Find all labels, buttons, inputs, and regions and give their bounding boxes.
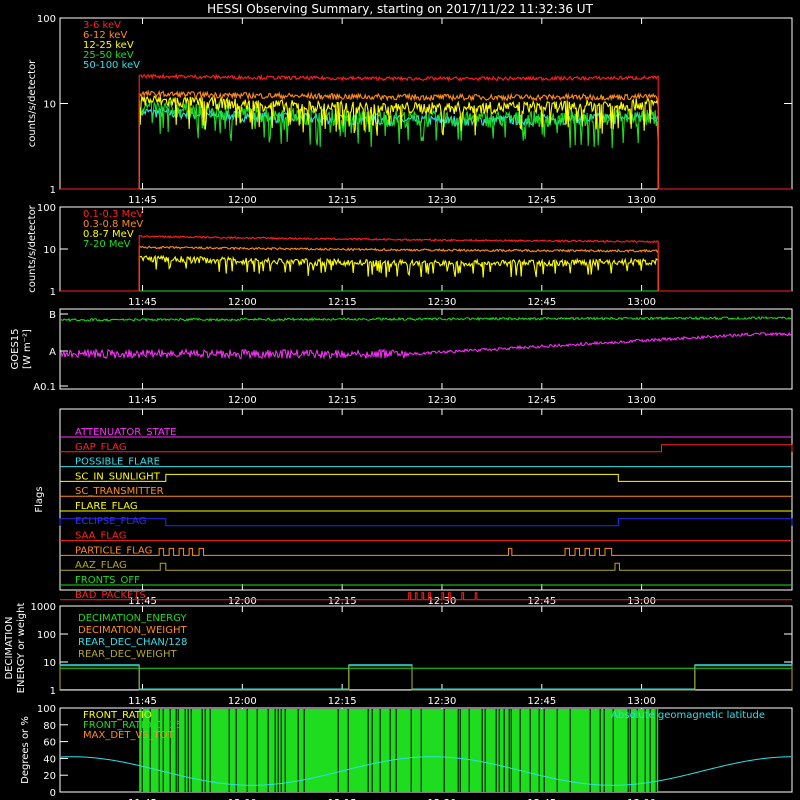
decimation-ytick-label: 1 — [50, 686, 56, 697]
legend-latitude: Absolute geomagnetic latitude — [611, 710, 765, 721]
xray-xtick-label: 12:15 — [328, 195, 357, 206]
xray-xtick-label: 11:45 — [128, 195, 157, 206]
xray-ytick-label: 100 — [37, 14, 56, 25]
xray-xtick-label: 12:30 — [428, 195, 457, 206]
xray-ytick-label: 10 — [43, 100, 56, 111]
hessi-summary-figure: HESSI Observing Summary, starting on 201… — [0, 0, 800, 800]
flag-label-particle-flag: PARTICLE_FLAG — [75, 545, 152, 556]
decimation-xtick-label: 12:45 — [527, 696, 556, 707]
flags-ylabel: Flags — [34, 486, 45, 512]
gamma-ylabel: counts/s/detector — [27, 204, 38, 292]
decimation-ytick-label: 10 — [43, 658, 56, 669]
flags-xtick-label: 12:00 — [228, 596, 257, 607]
goes-ytick-label: A0.1 — [33, 382, 56, 393]
flag-label-aaz-flag: AAZ_FLAG — [75, 560, 127, 571]
legend-max-det-vs-tot: MAX_DET_VS_TOT — [83, 730, 175, 741]
ratio-ytick-label: 100 — [37, 704, 56, 715]
goes-xtick-label: 12:45 — [527, 395, 556, 406]
gamma-ytick-label: 10 — [43, 245, 56, 256]
legend-rear-dec-weight: REAR_DEC_WEIGHT — [78, 649, 177, 660]
goes-ylabel: GOES15 — [10, 328, 21, 369]
flag-label-saa-flag: SAA_FLAG — [75, 531, 126, 542]
xray-xtick-label: 12:45 — [527, 195, 556, 206]
goes-xtick-label: 12:00 — [228, 395, 257, 406]
legend-50-100-kev: 50-100 keV — [83, 60, 140, 71]
flags-xtick-label: 12:45 — [527, 596, 556, 607]
decimation-xtick-label: 12:15 — [328, 696, 357, 707]
goes-xtick-label: 12:30 — [428, 395, 457, 406]
gamma-ytick-label: 1 — [50, 287, 56, 298]
goes-xtick-label: 12:15 — [328, 395, 357, 406]
decimation-xtick-label: 12:30 — [428, 696, 457, 707]
decimation-xtick-label: 11:45 — [128, 696, 157, 707]
gamma-xtick-label: 13:00 — [627, 297, 656, 308]
goes-ytick-label: B — [49, 310, 56, 321]
flag-label-sc-transmitter: SC_TRANSMITTER — [75, 486, 164, 497]
decimation-ylabel: DECIMATION — [4, 616, 15, 679]
legend-rear-dec-chan-128: REAR_DEC_CHAN/128 — [78, 637, 187, 648]
flags-xtick-label: 12:15 — [328, 596, 357, 607]
decimation-ylabel: ENERGY or weight — [16, 603, 27, 694]
ratio-ytick-label: 80 — [43, 721, 56, 732]
gamma-xtick-label: 12:15 — [328, 297, 357, 308]
flag-label-bad-packets: BAD_PACKETS — [75, 590, 146, 601]
flag-label-sc-in-sunlight: SC_IN_SUNLIGHT — [75, 471, 161, 482]
ratio-ytick-label: 0 — [50, 788, 56, 799]
xray-ylabel: counts/s/detector — [27, 59, 38, 147]
gamma-xtick-label: 12:00 — [228, 297, 257, 308]
goes-xtick-label: 13:00 — [627, 395, 656, 406]
flag-label-attenuator-state: ATTENUATOR_STATE — [75, 427, 176, 438]
gamma-xtick-label: 12:30 — [428, 297, 457, 308]
xray-xtick-label: 13:00 — [627, 195, 656, 206]
ratio-ytick-label: 40 — [43, 754, 56, 765]
flag-label-flare-flag: FLARE_FLAG — [75, 501, 138, 512]
legend-decimation-energy: DECIMATION_ENERGY — [78, 613, 187, 624]
flag-label-gap-flag: GAP_FLAG — [75, 442, 127, 453]
goes-ytick-label: A — [49, 347, 56, 358]
ratio-green-block — [139, 709, 659, 792]
gamma-xtick-label: 12:45 — [527, 297, 556, 308]
flag-label-possible-flare: POSSIBLE_FLARE — [75, 457, 160, 468]
decimation-xtick-label: 13:00 — [627, 696, 656, 707]
goes-ylabel: [W m⁻²] — [22, 329, 33, 369]
legend-decimation-weight: DECIMATION_WEIGHT — [78, 625, 187, 636]
decimation-xtick-label: 12:00 — [228, 696, 257, 707]
xray-ytick-label: 1 — [50, 185, 56, 196]
flag-label-eclipse-flag: ECLIPSE_FLAG — [75, 516, 146, 527]
flags-xtick-label: 13:00 — [627, 596, 656, 607]
gamma-xtick-label: 11:45 — [128, 297, 157, 308]
xray-xtick-label: 12:00 — [228, 195, 257, 206]
decimation-ytick-label: 100 — [37, 630, 56, 641]
decimation-ytick-label: 1000 — [31, 602, 56, 613]
goes-xtick-label: 11:45 — [128, 395, 157, 406]
gamma-ytick-label: 100 — [37, 203, 56, 214]
ratio-ytick-label: 60 — [43, 738, 56, 749]
figure-title: HESSI Observing Summary, starting on 201… — [207, 2, 593, 16]
ratio-ylabel: Degrees or % — [20, 716, 31, 784]
ratio-ytick-label: 20 — [43, 771, 56, 782]
legend-7-20-mev: 7-20 MeV — [83, 239, 131, 250]
flag-label-fronts-off: FRONTS_OFF — [75, 575, 140, 586]
